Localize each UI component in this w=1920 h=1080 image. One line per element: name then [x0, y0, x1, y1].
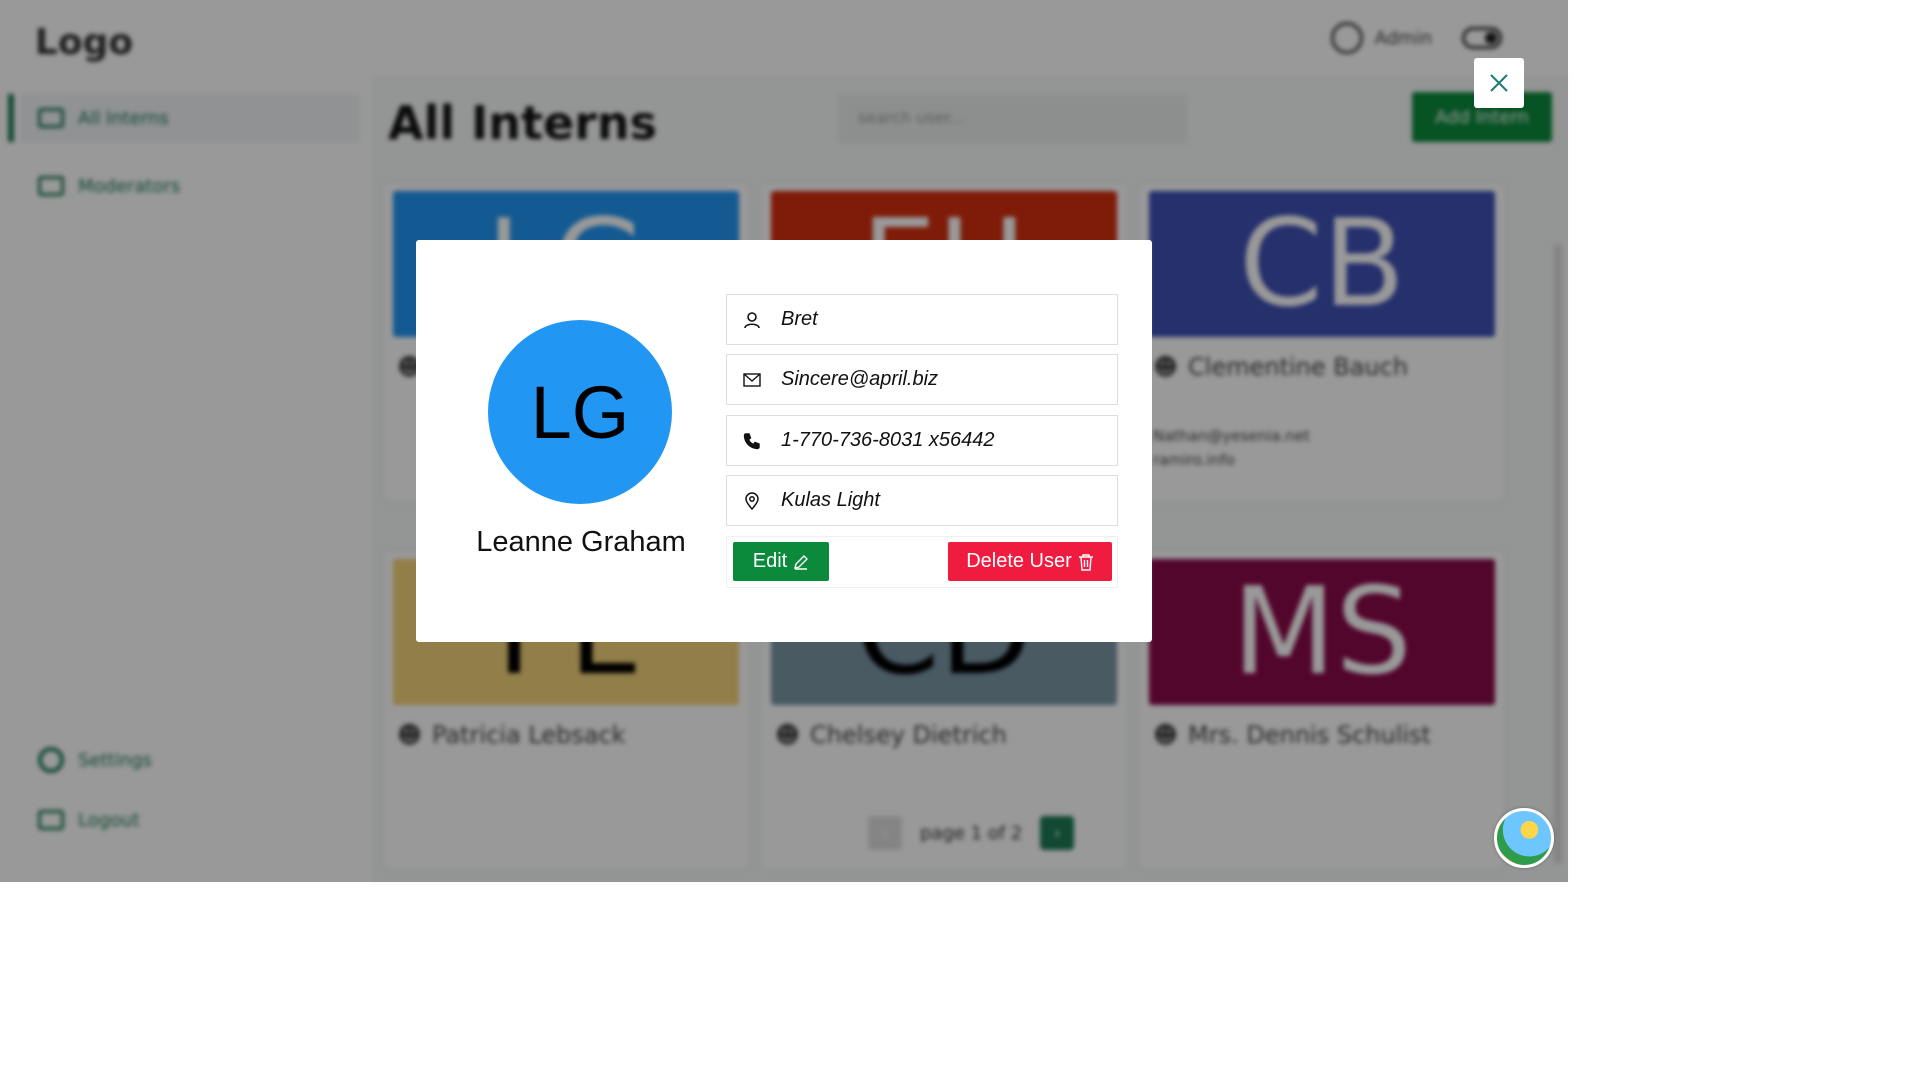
username-field: Bret [726, 294, 1118, 345]
close-icon [1490, 74, 1508, 92]
mail-icon [743, 372, 761, 387]
location-pin-icon [745, 491, 759, 510]
edit-label: Edit [752, 550, 788, 572]
floating-app-badge[interactable] [1494, 808, 1554, 868]
user-full-name: Leanne Graham [476, 526, 686, 558]
user-icon [744, 311, 760, 328]
email-value: Sincere@april.biz [781, 368, 939, 390]
username-value: Bret [781, 308, 818, 330]
delete-label: Delete User [966, 550, 1072, 572]
address-value: Kulas Light [781, 489, 880, 511]
phone-field: 1-770-736-8031 x56442 [726, 415, 1118, 466]
pencil-icon [794, 554, 809, 570]
user-detail-modal: LG Leanne Graham Bret Sincere@april.biz … [416, 240, 1152, 642]
close-modal-button[interactable] [1474, 58, 1524, 108]
address-field: Kulas Light [726, 475, 1118, 526]
trash-icon [1078, 553, 1093, 571]
email-field: Sincere@april.biz [726, 354, 1118, 405]
modal-actions: Edit Delete User [726, 536, 1118, 588]
user-avatar: LG [488, 320, 672, 504]
edit-button[interactable]: Edit [733, 542, 829, 581]
phone-value: 1-770-736-8031 x56442 [781, 429, 995, 451]
phone-icon [743, 432, 760, 449]
delete-user-button[interactable]: Delete User [948, 542, 1112, 581]
